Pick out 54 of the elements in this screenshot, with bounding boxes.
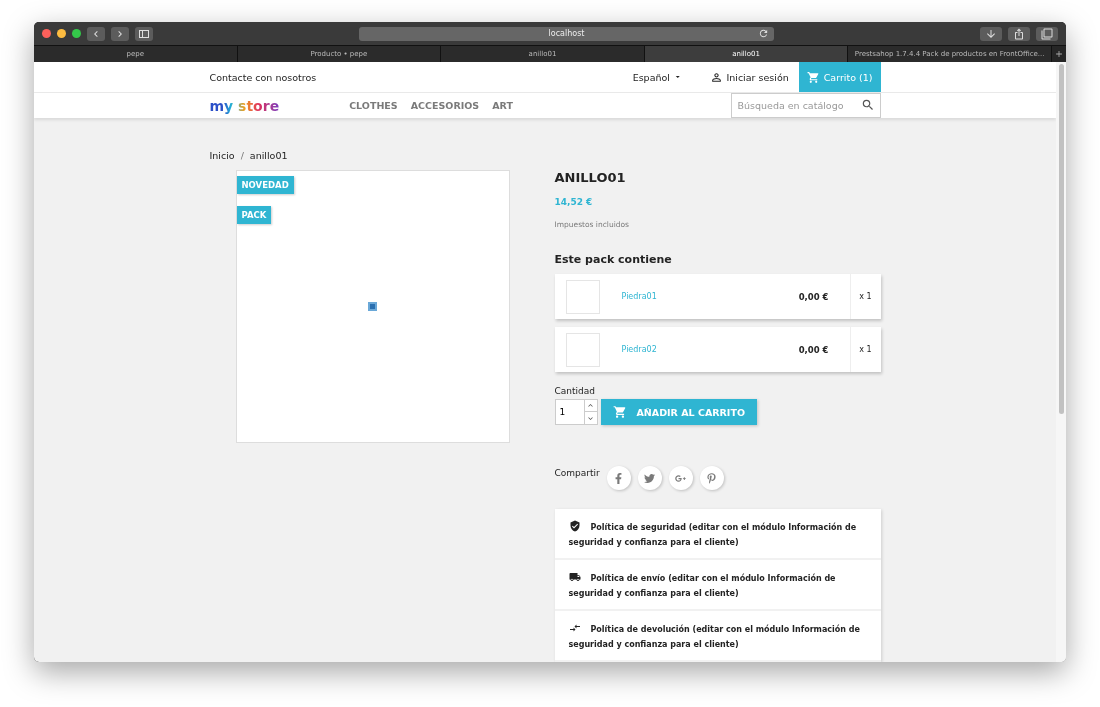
back-button[interactable] [87, 26, 105, 41]
reload-icon[interactable] [758, 27, 769, 39]
share-label: Compartir [554, 468, 600, 478]
share-button[interactable] [1008, 26, 1030, 41]
product-title: ANILLO01 [554, 170, 627, 185]
facebook-icon[interactable] [606, 466, 631, 490]
item-thumbnail [565, 332, 600, 367]
quantity-label: Cantidad [554, 386, 596, 396]
tabs-icon [1041, 27, 1053, 40]
product-flag: NOVEDAD [236, 176, 294, 194]
close-dot[interactable] [42, 29, 51, 38]
policy-text: Política de devolución (editar con el módulo Información de seguridad y confianza para el cliente) [554, 611, 881, 662]
address-bar[interactable]: localhost [359, 26, 774, 41]
shield-check-icon [568, 520, 581, 532]
item-quantity: x 1 [849, 327, 881, 372]
breadcrumb-separator: / [240, 150, 244, 161]
swap-arrows-icon [568, 622, 581, 634]
policy-text: Política de envío (editar con el módulo Información de seguridad y confianza para el cliente) [554, 560, 881, 611]
download-button[interactable] [980, 26, 1002, 41]
breadcrumb-link[interactable]: anillo01 [249, 150, 288, 161]
nav-link[interactable]: CLOTHES [349, 100, 398, 111]
minimize-dot[interactable] [57, 29, 66, 38]
sidebar-icon [139, 29, 149, 38]
download-icon [985, 27, 997, 40]
twitter-icon[interactable] [637, 466, 662, 490]
pinterest-icon[interactable] [699, 466, 724, 490]
nav-link[interactable]: ACCESORIOS [410, 100, 480, 111]
language-selector[interactable]: Español [632, 71, 683, 83]
broken-image-icon [368, 302, 377, 311]
contact-link[interactable]: Contacte con nosotros [209, 71, 317, 83]
product-flag: PACK [236, 206, 272, 224]
product-price: 14,52 € [554, 197, 594, 207]
item-thumbnail [565, 279, 600, 314]
google-plus-icon[interactable] [668, 466, 693, 490]
item-price: 0,00 € [798, 291, 829, 302]
cart-icon [806, 70, 820, 84]
pack-heading: Este pack contiene [554, 253, 673, 266]
truck-icon [568, 571, 581, 583]
search-field[interactable]: Búsqueda en catálogo [730, 93, 881, 118]
nav-link[interactable]: ART [492, 100, 513, 111]
zoom-dot[interactable] [72, 29, 81, 38]
forward-button[interactable] [111, 26, 129, 41]
sidebar-button[interactable] [135, 26, 153, 41]
item-price: 0,00 € [798, 344, 829, 355]
user-icon [710, 70, 724, 84]
breadcrumb-link[interactable]: Inicio [209, 150, 235, 161]
search-icon[interactable] [860, 98, 875, 112]
item-quantity: x 1 [849, 274, 881, 319]
quantity-field[interactable]: 1 [554, 399, 584, 425]
cart-icon [612, 405, 627, 419]
tabs-button[interactable] [1036, 26, 1058, 41]
login-link[interactable]: Iniciar sesión [710, 70, 789, 84]
share-icon [1013, 27, 1025, 40]
policy-text: Política de seguridad (editar con el módulo Información de seguridad y confianza para el cliente) [554, 509, 881, 560]
